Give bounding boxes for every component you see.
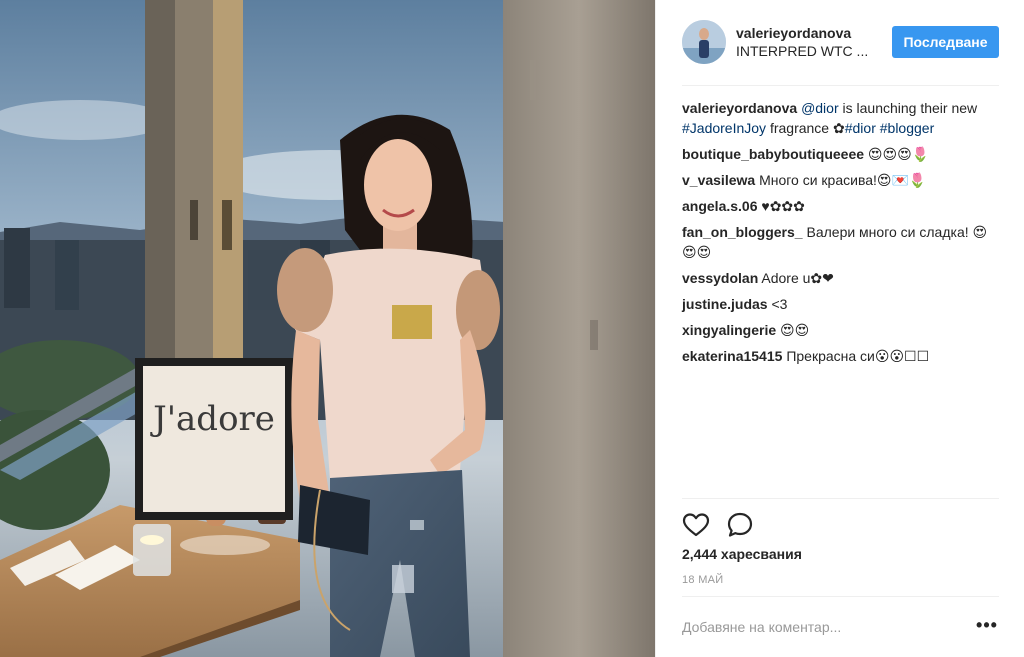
comment-item: boutique_babyboutiqueeee 😍😍😍🌷 bbox=[682, 144, 999, 164]
comment-username[interactable]: boutique_babyboutiqueeee bbox=[682, 146, 864, 162]
caption-username[interactable]: valerieyordanova bbox=[682, 100, 797, 116]
comment-text: Много си красива!😍💌🌷 bbox=[759, 172, 927, 188]
header-info: valerieyordanova INTERPRED WTC ... bbox=[736, 24, 892, 60]
comment-text: 😍😍 bbox=[780, 322, 810, 338]
caption: valerieyordanova @dior is launching thei… bbox=[682, 98, 999, 138]
comment-item: fan_on_bloggers_ Валери много си сладка!… bbox=[682, 222, 999, 262]
comment-item: justine.judas <3 bbox=[682, 294, 999, 314]
comment-username[interactable]: vessydolan bbox=[682, 270, 758, 286]
heart-icon[interactable] bbox=[682, 511, 710, 539]
follow-button[interactable]: Последване bbox=[892, 26, 999, 58]
comment-text: ♥✿✿✿ bbox=[761, 198, 805, 214]
likes-count[interactable]: 2,444 харесвания bbox=[682, 546, 802, 562]
avatar-image bbox=[682, 20, 726, 64]
comment-username[interactable]: angela.s.06 bbox=[682, 198, 758, 214]
post-header: valerieyordanova INTERPRED WTC ... После… bbox=[682, 16, 999, 86]
post-actions bbox=[682, 498, 999, 538]
comments-list: valerieyordanova @dior is launching thei… bbox=[682, 98, 999, 372]
comment-item: v_vasilewa Много си красива!😍💌🌷 bbox=[682, 170, 999, 190]
comment-text: <3 bbox=[771, 296, 788, 312]
header-location[interactable]: INTERPRED WTC ... bbox=[736, 42, 892, 60]
comment-input[interactable] bbox=[682, 615, 952, 639]
header-username[interactable]: valerieyordanova bbox=[736, 24, 892, 42]
caption-hashtag-jadoreinjoy[interactable]: #JadoreInJoy bbox=[682, 120, 766, 136]
comment-username[interactable]: v_vasilewa bbox=[682, 172, 755, 188]
comment-username[interactable]: justine.judas bbox=[682, 296, 768, 312]
caption-hashtag-blogger[interactable]: #blogger bbox=[880, 120, 935, 136]
add-comment-bar: ••• bbox=[682, 596, 999, 656]
comment-text: Adore u✿❤ bbox=[761, 270, 834, 286]
comment-text: 😍😍😍🌷 bbox=[867, 146, 930, 162]
post-date[interactable]: 18 МАЙ bbox=[682, 574, 724, 586]
jadore-sign-text: J'adore bbox=[150, 399, 275, 439]
comment-username[interactable]: fan_on_bloggers_ bbox=[682, 224, 803, 240]
caption-mention-dior[interactable]: @dior bbox=[801, 100, 839, 116]
comment-item: vessydolan Adore u✿❤ bbox=[682, 268, 999, 288]
comment-bubble-icon[interactable] bbox=[726, 511, 754, 539]
post-side-panel: valerieyordanova INTERPRED WTC ... После… bbox=[655, 0, 1024, 657]
caption-hashtag-dior[interactable]: #dior bbox=[845, 120, 876, 136]
caption-text-2: is launching their new bbox=[838, 100, 978, 116]
caption-text-3: fragrance ✿ bbox=[766, 120, 845, 136]
post-viewer: J'adore valerieyordanova INTERPRED WTC .… bbox=[0, 0, 1024, 657]
comment-item: xingyalingerie 😍😍 bbox=[682, 320, 999, 340]
comment-username[interactable]: ekaterina15415 bbox=[682, 348, 782, 364]
comment-username[interactable]: xingyalingerie bbox=[682, 322, 776, 338]
avatar[interactable] bbox=[682, 20, 726, 64]
photo-illustration: J'adore bbox=[0, 0, 655, 657]
comment-text: Прекрасна си😮😮☐☐ bbox=[786, 348, 930, 364]
more-options-icon[interactable]: ••• bbox=[975, 615, 999, 639]
comment-item: ekaterina15415 Прекрасна си😮😮☐☐ bbox=[682, 346, 999, 366]
comment-item: angela.s.06 ♥✿✿✿ bbox=[682, 196, 999, 216]
post-photo[interactable]: J'adore bbox=[0, 0, 655, 657]
